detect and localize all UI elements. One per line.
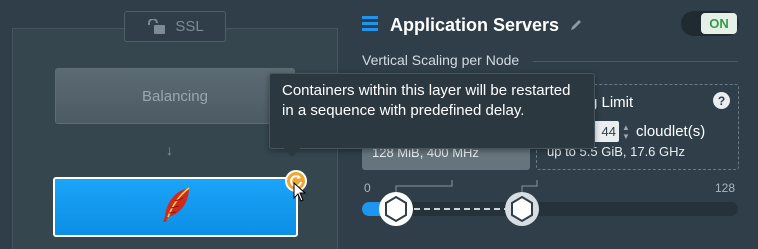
ssl-label: SSL — [175, 18, 204, 35]
restart-tooltip: Containers within this layer will be res… — [269, 73, 595, 149]
feather-icon — [159, 186, 193, 229]
toggle-on-label: ON — [701, 13, 737, 34]
slider-handles — [379, 180, 539, 226]
balancing-node[interactable]: Balancing — [55, 68, 295, 124]
layer-on-toggle[interactable]: ON — [681, 11, 739, 36]
mouse-cursor-icon — [293, 181, 307, 207]
reserved-handle — [379, 192, 413, 226]
balancing-label: Balancing — [142, 87, 208, 105]
pencil-icon[interactable] — [569, 18, 583, 37]
section-divider — [533, 61, 738, 62]
app-server-node[interactable] — [53, 177, 298, 237]
question-icon[interactable]: ? — [713, 92, 730, 109]
limit-stepper[interactable]: ▲ ▼ — [621, 121, 631, 142]
arrow-down-icon: ↓ — [166, 142, 173, 158]
stepper-up-icon[interactable]: ▲ — [622, 123, 630, 132]
scaling-limit-title: g Limit — [589, 94, 634, 111]
lock-icon — [146, 18, 166, 35]
vertical-scaling-label: Vertical Scaling per Node — [362, 52, 520, 68]
limit-handle — [505, 192, 539, 226]
tooltip-arrow — [284, 148, 300, 157]
layer-title: Application Servers — [390, 15, 560, 35]
scaling-limit-input[interactable]: 44 — [593, 121, 619, 142]
hamburger-icon[interactable] — [362, 15, 378, 38]
limit-unit: cloudlet(s) — [636, 123, 706, 140]
stepper-down-icon[interactable]: ▼ — [622, 132, 630, 141]
ssl-toggle[interactable]: SSL — [124, 11, 226, 42]
